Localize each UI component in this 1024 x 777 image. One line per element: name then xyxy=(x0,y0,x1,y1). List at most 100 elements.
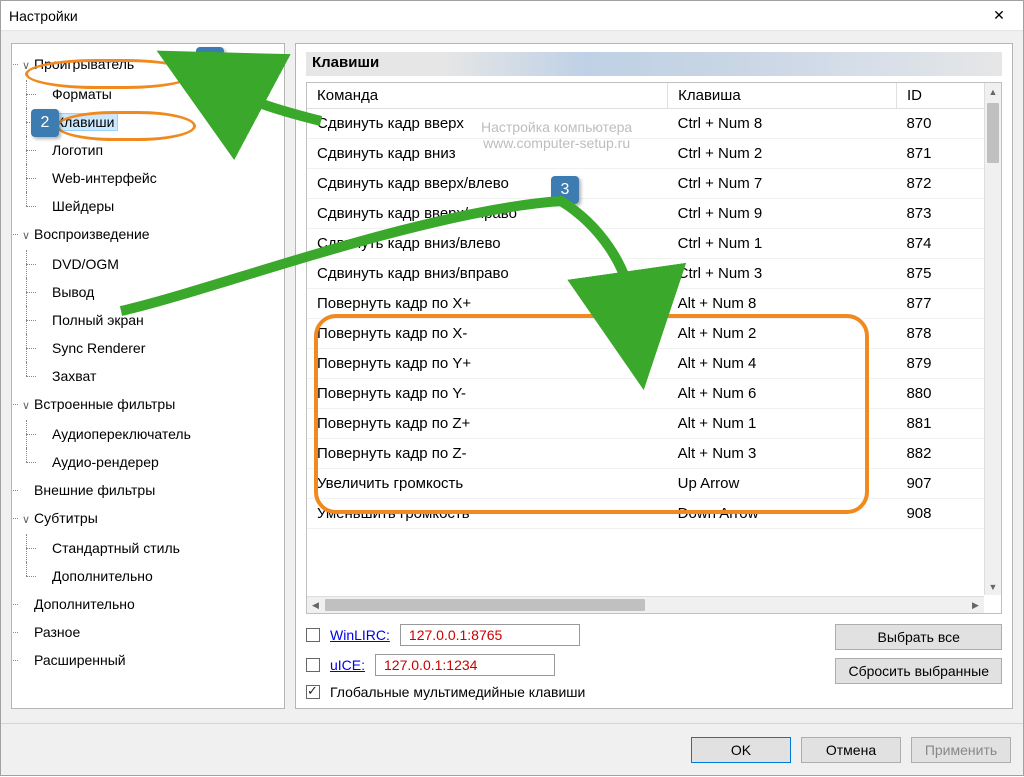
tree-item-shaders[interactable]: Шейдеры xyxy=(38,192,280,220)
tree-item-subs-advanced[interactable]: Дополнительно xyxy=(38,562,280,590)
tree-item-capture[interactable]: Захват xyxy=(38,362,280,390)
tree-label: Вывод xyxy=(52,284,94,300)
scroll-up-icon[interactable]: ▲ xyxy=(985,83,1001,100)
table-row[interactable]: Сдвинуть кадр вверх/влевоCtrl + Num 7872 xyxy=(307,169,1001,199)
scroll-right-icon[interactable]: ▶ xyxy=(967,597,984,614)
tree-label: Sync Renderer xyxy=(52,340,145,356)
table-cell: Повернуть кадр по Z- xyxy=(307,439,668,469)
scroll-thumb[interactable] xyxy=(325,599,645,611)
scroll-thumb[interactable] xyxy=(987,103,999,163)
uice-address-input[interactable]: 127.0.0.1:1234 xyxy=(375,654,555,676)
col-command[interactable]: Команда xyxy=(307,83,668,109)
table-cell: Alt + Num 3 xyxy=(668,439,897,469)
table-cell: Повернуть кадр по X+ xyxy=(307,289,668,319)
table-cell: Повернуть кадр по Z+ xyxy=(307,409,668,439)
table-cell: Alt + Num 4 xyxy=(668,349,897,379)
nav-tree[interactable]: ∨Проигрыватель Форматы Клавиши Логотип W… xyxy=(16,50,280,674)
tree-item-misc[interactable]: Разное xyxy=(20,618,280,646)
tree-item-audiorender[interactable]: Аудио-рендерер xyxy=(38,448,280,476)
table-row[interactable]: Повернуть кадр по Y-Alt + Num 6880 xyxy=(307,379,1001,409)
tree-item-audioswitch[interactable]: Аудиопереключатель xyxy=(38,420,280,448)
tree-label: Полный экран xyxy=(52,312,144,328)
ok-button[interactable]: OK xyxy=(691,737,791,763)
tree-item-extended[interactable]: Расширенный xyxy=(20,646,280,674)
titlebar: Настройки ✕ xyxy=(1,1,1023,31)
tree-item-keys[interactable]: Клавиши xyxy=(38,108,280,136)
tree-item-web[interactable]: Web-интерфейс xyxy=(38,164,280,192)
winlirc-address-input[interactable]: 127.0.0.1:8765 xyxy=(400,624,580,646)
table-row[interactable]: Уменьшить громкостьDown Arrow908 xyxy=(307,499,1001,529)
horizontal-scrollbar[interactable]: ◀ ▶ xyxy=(307,596,984,613)
col-key[interactable]: Клавиша xyxy=(668,83,897,109)
table-row[interactable]: Увеличить громкостьUp Arrow907 xyxy=(307,469,1001,499)
tree-item-output[interactable]: Вывод xyxy=(38,278,280,306)
tree-item-formats[interactable]: Форматы xyxy=(38,80,280,108)
table-row[interactable]: Сдвинуть кадр вверхCtrl + Num 8870 xyxy=(307,109,1001,139)
tree-label: Логотип xyxy=(52,142,103,158)
tree-label: Дополнительно xyxy=(34,596,135,612)
table-row[interactable]: Сдвинуть кадр вверх/вправоCtrl + Num 987… xyxy=(307,199,1001,229)
settings-dialog: Настройки ✕ ∨Проигрыватель Форматы Клави… xyxy=(0,0,1024,776)
table-cell: Alt + Num 6 xyxy=(668,379,897,409)
table-row[interactable]: Повернуть кадр по Z+Alt + Num 1881 xyxy=(307,409,1001,439)
chevron-down-icon[interactable]: ∨ xyxy=(20,392,32,420)
chevron-down-icon[interactable]: ∨ xyxy=(20,222,32,250)
table-row[interactable]: Сдвинуть кадр вниз/влевоCtrl + Num 1874 xyxy=(307,229,1001,259)
tree-item-subtitles[interactable]: ∨Субтитры Стандартный стиль Дополнительн… xyxy=(20,504,280,590)
winlirc-link[interactable]: WinLIRC: xyxy=(330,627,390,643)
tree-label: Аудио-рендерер xyxy=(52,454,159,470)
tree-label: Web-интерфейс xyxy=(52,170,157,186)
uice-checkbox[interactable] xyxy=(306,658,320,672)
scroll-left-icon[interactable]: ◀ xyxy=(307,597,324,614)
tree-item-logo[interactable]: Логотип xyxy=(38,136,280,164)
table-cell: Ctrl + Num 3 xyxy=(668,259,897,289)
table-row[interactable]: Повернуть кадр по X+Alt + Num 8877 xyxy=(307,289,1001,319)
tree-item-sync[interactable]: Sync Renderer xyxy=(38,334,280,362)
uice-link[interactable]: uICE: xyxy=(330,657,365,673)
table-cell: Сдвинуть кадр вниз xyxy=(307,139,668,169)
tree-label: Форматы xyxy=(52,86,112,102)
close-button[interactable]: ✕ xyxy=(979,2,1019,30)
tree-item-internal-filters[interactable]: ∨Встроенные фильтры Аудиопереключатель А… xyxy=(20,390,280,476)
tree-label: DVD/OGM xyxy=(52,256,119,272)
table-row[interactable]: Повернуть кадр по Y+Alt + Num 4879 xyxy=(307,349,1001,379)
table-row[interactable]: Сдвинуть кадр внизCtrl + Num 2871 xyxy=(307,139,1001,169)
global-keys-checkbox[interactable] xyxy=(306,685,320,699)
table-cell: Alt + Num 8 xyxy=(668,289,897,319)
table-row[interactable]: Сдвинуть кадр вниз/вправоCtrl + Num 3875 xyxy=(307,259,1001,289)
table-row[interactable]: Повернуть кадр по X-Alt + Num 2878 xyxy=(307,319,1001,349)
tree-label: Стандартный стиль xyxy=(52,540,180,556)
dialog-title: Настройки xyxy=(9,8,78,24)
vertical-scrollbar[interactable]: ▲ ▼ xyxy=(984,83,1001,595)
reset-selected-button[interactable]: Сбросить выбранные xyxy=(835,658,1002,684)
chevron-down-icon[interactable]: ∨ xyxy=(20,506,32,534)
scroll-down-icon[interactable]: ▼ xyxy=(985,578,1001,595)
tree-item-stdstyle[interactable]: Стандартный стиль xyxy=(38,534,280,562)
table-cell: Повернуть кадр по Y+ xyxy=(307,349,668,379)
apply-button[interactable]: Применить xyxy=(911,737,1011,763)
table-cell: Alt + Num 1 xyxy=(668,409,897,439)
tree-label: Воспроизведение xyxy=(34,226,150,242)
tree-label: Расширенный xyxy=(34,652,126,668)
table-cell: Ctrl + Num 9 xyxy=(668,199,897,229)
tree-item-external-filters[interactable]: Внешние фильтры xyxy=(20,476,280,504)
cancel-button[interactable]: Отмена xyxy=(801,737,901,763)
close-icon: ✕ xyxy=(993,7,1005,24)
winlirc-checkbox[interactable] xyxy=(306,628,320,642)
tree-item-advanced[interactable]: Дополнительно xyxy=(20,590,280,618)
keys-table[interactable]: Команда Клавиша ID Сдвинуть кадр вверхCt… xyxy=(307,83,1001,529)
tree-item-player[interactable]: ∨Проигрыватель Форматы Клавиши Логотип W… xyxy=(20,50,280,220)
tree-item-dvdogm[interactable]: DVD/OGM xyxy=(38,250,280,278)
tree-label: Разное xyxy=(34,624,80,640)
select-all-button[interactable]: Выбрать все xyxy=(835,624,1002,650)
tree-label: Проигрыватель xyxy=(34,56,134,72)
table-cell: Ctrl + Num 1 xyxy=(668,229,897,259)
tree-item-playback[interactable]: ∨Воспроизведение DVD/OGM Вывод Полный эк… xyxy=(20,220,280,390)
table-cell: Alt + Num 2 xyxy=(668,319,897,349)
table-cell: Down Arrow xyxy=(668,499,897,529)
table-cell: Ctrl + Num 8 xyxy=(668,109,897,139)
table-row[interactable]: Повернуть кадр по Z-Alt + Num 3882 xyxy=(307,439,1001,469)
chevron-down-icon[interactable]: ∨ xyxy=(20,52,32,80)
tree-label: Аудиопереключатель xyxy=(52,426,191,442)
tree-item-fullscreen[interactable]: Полный экран xyxy=(38,306,280,334)
